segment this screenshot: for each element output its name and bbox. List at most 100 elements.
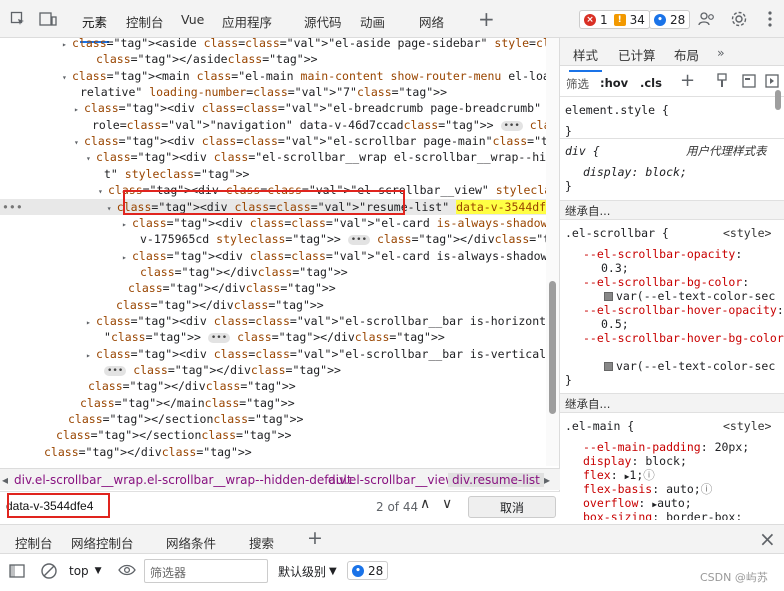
context-selector[interactable]: top ▼ [65,561,113,581]
tab-console[interactable]: 控制台 [126,12,164,31]
watermark: CSDN @屿苏 [700,571,768,584]
ua-close: } [565,179,572,193]
issues-badge[interactable]: × 1 ! 34 [579,10,650,29]
dom-node-line[interactable]: class="tag"></divclass="tag">> [118,280,336,296]
css-value: 20px; [714,440,750,454]
dom-node-line[interactable]: ▾ class="tag"><div class="el-scrollbar__w… [86,149,546,165]
dom-node-line[interactable]: ▸ class="tag"><aside class=class="val">"e… [62,38,546,51]
clear-console-icon[interactable] [40,562,58,583]
dom-node-line[interactable]: class="tag"></divclass="tag">> [34,444,252,460]
new-rule-icon[interactable]: + [680,70,695,91]
node-actions-icon[interactable]: ••• [0,200,23,214]
style-source-link[interactable]: <style> [723,226,771,241]
drawer-tab-console[interactable]: 控制台 [11,533,56,561]
cls-button[interactable]: .cls [640,76,662,90]
more-icon[interactable] [760,9,780,29]
drawer-tab-network-console[interactable]: 网络控制台 [71,533,134,552]
expand-triangle-icon[interactable]: ▾ [107,201,117,217]
color-swatch[interactable] [604,292,613,301]
search-next-icon[interactable]: ∨ [442,496,452,512]
style-source-link[interactable]: <style> [723,419,771,434]
message-icon: • [352,564,364,577]
tab-computed[interactable]: 已计算 [618,45,656,64]
dom-node-line[interactable]: v-175965cd styleclass="tag">> ••• class=… [130,231,546,247]
dom-node-line[interactable]: t" styleclass="tag">> [94,166,249,182]
eye-icon[interactable] [118,563,136,580]
dom-node-line[interactable]: class="tag"></divclass="tag">> [130,264,348,280]
dom-node-line[interactable]: ▾ class="tag"><div class=class="val">"el-… [98,182,546,198]
dom-node-line[interactable]: class="tag"></sectionclass="tag">> [58,411,303,427]
dom-node-line[interactable]: ▾ class="tag"><main class="el-main main-c… [62,68,546,84]
tab-vue[interactable]: Vue [181,12,204,27]
highlighted-attribute: data-v-3544dfe4 [456,199,546,214]
dom-node-line[interactable]: ••• class="tag"></divclass="tag">> [94,362,341,378]
dom-node-line[interactable]: class="tag"></mainclass="tag">> [70,395,295,411]
tab-application[interactable]: 应用程序 [222,12,272,31]
search-cancel-button[interactable]: 取消 [468,496,556,518]
log-level-dropdown[interactable]: 默认级别 ▼ [278,563,337,580]
search-previous-icon[interactable]: ∧ [420,496,430,512]
inherited-header: 继承自... [560,200,784,220]
chevron-down-icon: ▼ [329,566,337,577]
dom-node-line[interactable]: role=class="val">"navigation" data-v-46d… [82,117,546,133]
hov-button[interactable]: :hov [600,76,628,90]
dom-node-line[interactable]: ▸ class="tag"><div class=class="val">"el-… [86,313,546,329]
more-tabs-icon[interactable]: » [717,45,725,60]
drawer-close-icon[interactable]: × [759,527,776,551]
expand-triangle-icon[interactable]: ▾ [74,135,84,151]
tab-styles[interactable]: 样式 [568,45,603,72]
drawer-tab-search[interactable]: 搜索 [249,533,274,552]
elements-scrollbar-thumb[interactable] [549,281,556,414]
color-swatch[interactable] [604,362,613,371]
info-icon[interactable]: ⓘ [701,482,713,496]
tab-animations[interactable]: 动画 [360,12,385,31]
css-value: block; [645,165,687,179]
console-messages-badge[interactable]: • 28 [347,561,389,580]
info-icon[interactable]: ⓘ [643,468,655,482]
dom-node-line[interactable]: ▸ class="tag"><div class=class="val">"el-… [74,100,546,116]
drawer-add-tab-icon[interactable]: + [307,527,323,549]
console-filter-input[interactable]: 筛选器 [144,559,268,583]
gear-icon[interactable] [729,9,749,29]
dom-node-line[interactable]: class="tag"></asideclass="tag">> [86,51,318,67]
css-declaration: --el-scrollbar-hover-bg-color: [583,331,784,346]
tab-elements[interactable]: 元素 [79,12,110,43]
dom-node-selected[interactable]: ••• ▾ class="tag"><div class=class="val">"… [0,198,546,217]
dom-node-line[interactable]: class="tag"></divclass="tag">> [106,297,324,313]
styles-scrollbar-thumb[interactable] [775,90,781,110]
breadcrumb-item-selected[interactable]: div.resume-list [448,473,544,487]
dom-node-line[interactable]: class="tag"></divclass="tag">> [78,378,296,394]
people-icon[interactable] [697,9,717,29]
dom-node-line[interactable]: ▸ class="tag"><div class=class="val">"el-… [122,215,546,231]
css-prop: --el-main-padding [583,440,701,454]
expand-triangle-icon[interactable]: ▸ [62,38,72,53]
paint-brush-icon[interactable] [716,73,728,92]
message-icon: • [654,13,666,26]
sidebar-toggle-icon[interactable] [9,564,25,581]
breadcrumb-item[interactable]: div.el-scrollbar__view [328,473,455,487]
device-toolbar-icon[interactable] [38,9,58,29]
css-prop: overflow [583,496,639,510]
breadcrumb-scroll-right-icon[interactable]: ▸ [544,473,550,487]
dom-node-line[interactable]: "class="tag">> ••• class="tag"></divclas… [94,329,445,345]
css-declaration: --el-scrollbar-bg-color: [583,275,750,289]
drawer-tab-network-conditions[interactable]: 网络条件 [166,533,216,552]
dom-node-line[interactable]: ▸ class="tag"><div class=class="val">"el-… [122,248,546,264]
dom-node-line[interactable]: ▾ class="tag"><div class=class="val">"el-… [74,133,546,149]
tab-sources[interactable]: 源代码 [304,12,342,31]
ua-selector: div { [565,144,600,158]
tab-layout[interactable]: 布局 [674,45,699,64]
styles-filter-input[interactable]: 筛选 [566,76,589,92]
breadcrumb-item[interactable]: div.el-scrollbar__wrap.el-scrollbar__wra… [14,473,352,487]
dom-node-line[interactable]: ▸ class="tag"><div class=class="val">"el-… [86,346,546,362]
ua-declaration: display: block; [583,165,687,179]
messages-badge[interactable]: • 28 [649,10,691,29]
breadcrumb-scroll-left-icon[interactable]: ◂ [2,473,8,487]
css-value: auto; [657,496,692,510]
dom-node-line[interactable]: relative" loading-number=class="val">"7"… [70,84,447,100]
tab-network[interactable]: 网络 [419,12,444,31]
dom-node-line[interactable]: class="tag"></sectionclass="tag">> [46,427,291,443]
inspect-icon[interactable] [8,9,28,29]
computed-styles-icon[interactable] [742,73,756,92]
add-tab-icon[interactable]: + [478,7,495,31]
